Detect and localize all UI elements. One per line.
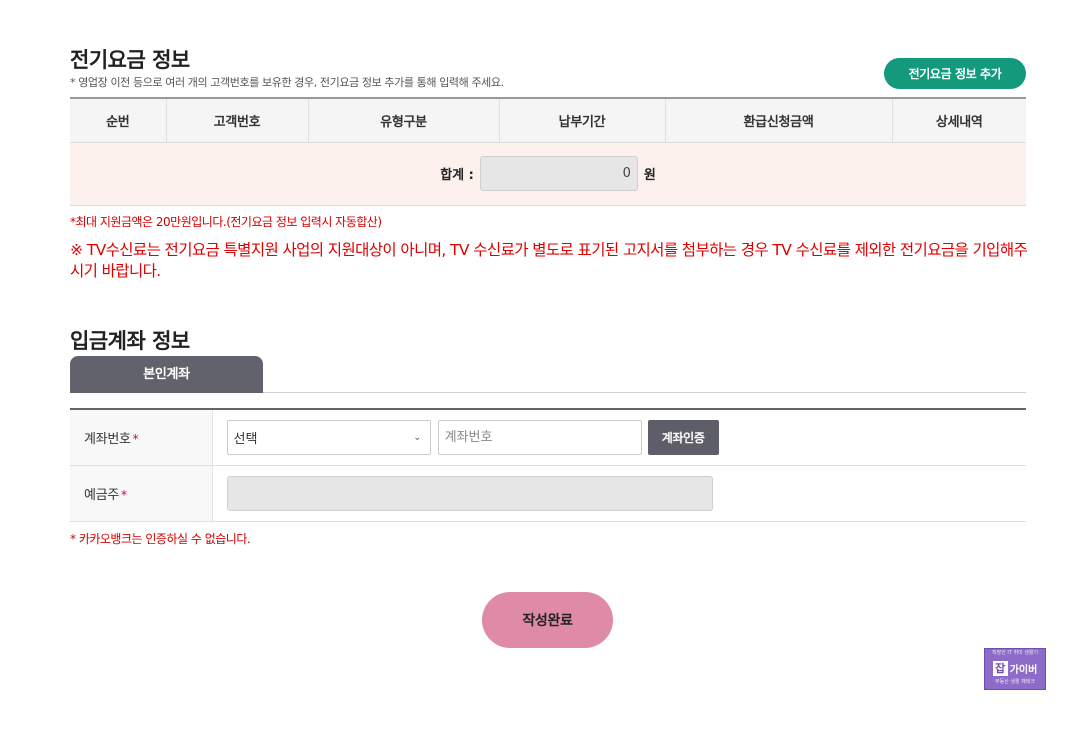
bank-select[interactable]: 선택 ⌄	[226, 419, 431, 455]
total-amount-field: 0	[479, 156, 638, 191]
column-header: 납부기간	[498, 97, 665, 143]
bill-section-note: * 영업장 이전 등으로 여러 개의 고객번호를 보유한 경우, 전기요금 정보…	[70, 76, 504, 89]
required-mark: *	[120, 487, 127, 502]
required-mark: *	[132, 431, 139, 446]
account-holder-row: 예금주 *	[70, 465, 1026, 522]
submit-button[interactable]: 작성완료	[482, 592, 613, 648]
column-header: 유형구분	[307, 97, 499, 143]
watermark-name: 가이버	[1009, 664, 1038, 676]
account-number-field-cell: 선택 ⌄ 계좌인증	[212, 409, 1026, 466]
bill-table: 순번 고객번호 유형구분 납부기간 환급신청금액 상세내역 합계 : 0 원	[70, 97, 1026, 206]
total-label: 합계 :	[440, 168, 474, 183]
kakao-bank-notice: * 카카오뱅크는 인증하실 수 없습니다.	[70, 532, 251, 546]
account-number-label: 계좌번호	[84, 431, 131, 447]
chevron-down-icon: ⌄	[413, 431, 422, 443]
watermark-line3: 부동산 생활 재테크	[995, 679, 1035, 685]
bill-table-header-row: 순번 고객번호 유형구분 납부기간 환급신청금액 상세내역	[70, 97, 1026, 143]
total-cell: 합계 : 0 원	[70, 142, 1026, 206]
tv-fee-notice: ※ TV수신료는 전기요금 특별지원 사업의 지원대상이 아니며, TV 수신료…	[70, 241, 1028, 280]
account-tab-bar: 본인계좌	[70, 356, 1026, 393]
account-holder-field-cell	[212, 465, 1026, 522]
watermark-char: 잡	[992, 660, 1008, 676]
account-number-row: 계좌번호* 선택 ⌄ 계좌인증	[70, 409, 1026, 466]
total-row: 합계 : 0 원	[70, 142, 1026, 206]
total-unit: 원	[643, 168, 656, 183]
tab-own-account[interactable]: 본인계좌	[70, 356, 263, 393]
column-header: 순번	[70, 97, 166, 143]
account-holder-input	[226, 475, 713, 511]
column-header: 고객번호	[165, 97, 308, 143]
column-header: 환급신청금액	[664, 97, 892, 143]
verify-account-button[interactable]: 계좌인증	[647, 419, 719, 455]
bank-select-value: 선택	[233, 431, 258, 447]
account-form-table: 계좌번호* 선택 ⌄ 계좌인증 예금주*	[70, 408, 1026, 522]
column-header: 상세내역	[891, 97, 1026, 143]
max-support-notice: *최대 지원금액은 20만원입니다.(전기요금 정보 입력시 자동합산)	[70, 215, 382, 229]
account-holder-label: 예금주	[84, 487, 119, 503]
account-section-title: 입금계좌 정보	[70, 329, 190, 353]
add-bill-info-button[interactable]: 전기요금 정보 추가	[884, 58, 1026, 89]
account-number-label-cell: 계좌번호 *	[70, 409, 213, 466]
watermark-line1: 직장인 IT 취미 생활기	[991, 650, 1039, 656]
bill-section-title: 전기요금 정보	[70, 48, 190, 72]
watermark-logo: 직장인 IT 취미 생활기 잡 가이버 부동산 생활 재테크	[984, 648, 1046, 690]
account-number-input[interactable]	[437, 419, 642, 455]
account-holder-label-cell: 예금주 *	[70, 465, 213, 522]
